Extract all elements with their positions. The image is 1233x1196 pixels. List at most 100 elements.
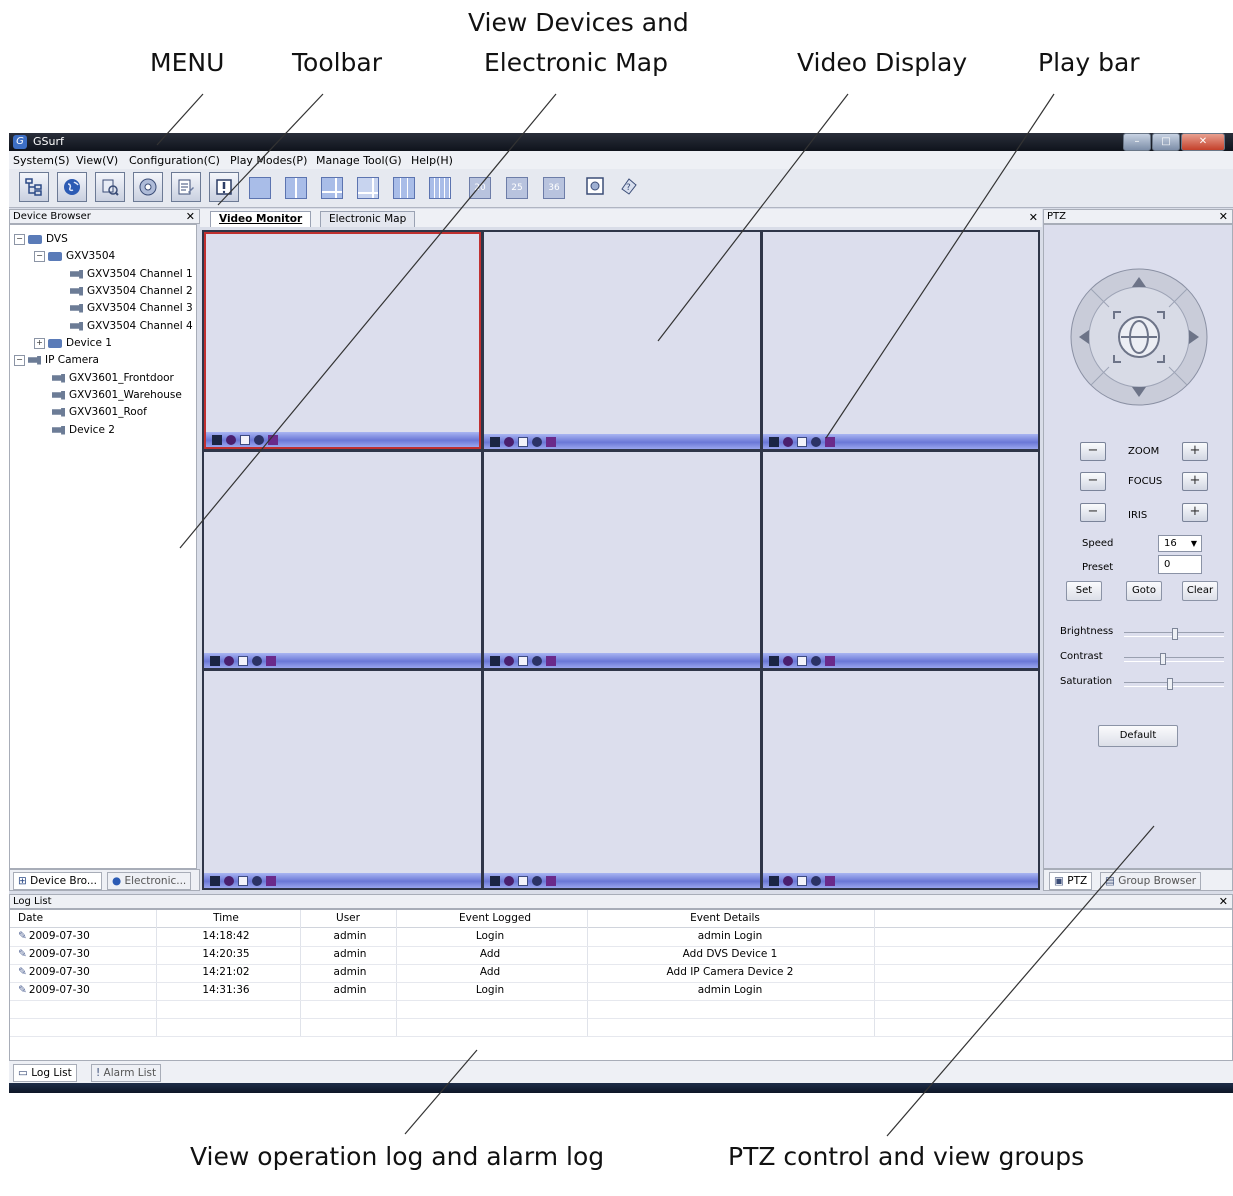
brightness-slider[interactable] [1124,628,1224,640]
device-browser-close-icon[interactable]: ✕ [186,210,195,223]
snapshot-icon[interactable] [797,656,807,666]
search-device-button[interactable] [95,172,125,202]
record-icon[interactable] [224,656,234,666]
help-tool-button[interactable]: ? [615,172,645,202]
menu-manage-tool[interactable]: Manage Tool(G) [316,154,402,167]
audio-icon[interactable] [532,437,542,447]
col-user[interactable]: User [328,912,368,924]
video-cell-5[interactable] [484,452,760,668]
record-icon[interactable] [504,437,514,447]
focus-near-button[interactable]: − [1080,472,1106,491]
tab-log-list[interactable]: ▭ Log List [13,1064,77,1082]
layout-36-icon[interactable]: 36 [543,177,565,199]
preset-set-button[interactable]: Set [1066,581,1102,601]
record-icon[interactable] [783,437,793,447]
tab-electronic-map-view[interactable]: Electronic Map [320,211,416,227]
record-icon[interactable] [224,876,234,886]
stop-icon[interactable] [490,656,500,666]
col-event-logged[interactable]: Event Logged [440,912,550,924]
tab-video-monitor[interactable]: Video Monitor [210,211,312,227]
menu-system[interactable]: System(S) [13,154,70,167]
talk-icon[interactable] [825,437,835,447]
audio-icon[interactable] [252,656,262,666]
focus-far-button[interactable]: + [1182,472,1208,491]
talk-icon[interactable] [546,437,556,447]
log-row[interactable]: ✎ 2009-07-30 14:20:35 admin Add Add DVS Devic… [10,946,1232,965]
snapshot-icon[interactable] [518,437,528,447]
snapshot-icon[interactable] [797,437,807,447]
snapshot-icon[interactable] [797,876,807,886]
snapshot-icon[interactable] [518,876,528,886]
speed-select[interactable]: 16 ▼ [1158,535,1202,552]
tree-node-frontdoor[interactable]: GXV3601_Frontdoor [52,372,174,384]
snapshot-icon[interactable] [238,656,248,666]
zoom-in-button[interactable]: + [1182,442,1208,461]
record-icon[interactable] [504,876,514,886]
layout-20-icon[interactable]: 20 [469,177,491,199]
tree-node-device-2[interactable]: Device 2 [52,424,115,436]
tab-group-browser[interactable]: ▤ Group Browser [1100,872,1202,890]
globe-button[interactable] [57,172,87,202]
talk-icon[interactable] [268,435,278,445]
menu-play-modes[interactable]: Play Modes(P) [230,154,307,167]
device-tree-button[interactable] [19,172,49,202]
saturation-slider[interactable] [1124,678,1224,690]
log-row[interactable]: ✎ 2009-07-30 14:18:42 admin Login admin Login [10,928,1232,947]
iris-close-button[interactable]: − [1080,503,1106,522]
col-date[interactable]: Date [18,912,43,924]
contrast-slider[interactable] [1124,653,1224,665]
video-cell-6[interactable] [763,452,1038,668]
menu-help[interactable]: Help(H) [411,154,453,167]
minimize-button[interactable]: – [1123,133,1151,151]
audio-icon[interactable] [811,656,821,666]
stop-icon[interactable] [769,876,779,886]
snapshot-icon[interactable] [238,876,248,886]
video-close-icon[interactable]: ✕ [1029,211,1038,224]
tab-device-browser[interactable]: ⊞ Device Bro... [13,872,102,890]
audio-icon[interactable] [532,656,542,666]
talk-icon[interactable] [825,656,835,666]
layout-25-icon[interactable]: 25 [506,177,528,199]
stop-icon[interactable] [490,437,500,447]
ptz-close-icon[interactable]: ✕ [1219,210,1228,223]
audio-icon[interactable] [252,876,262,886]
record-icon[interactable] [504,656,514,666]
snapshot-button[interactable] [581,172,611,202]
close-button[interactable]: ✕ [1181,133,1225,151]
tab-ptz[interactable]: ▣ PTZ [1049,872,1093,890]
col-time[interactable]: Time [206,912,246,924]
tab-electronic-map[interactable]: ● Electronic... [107,872,192,890]
tree-node-warehouse[interactable]: GXV3601_Warehouse [52,389,182,401]
video-cell-2[interactable] [484,232,760,449]
tree-node-channel-4[interactable]: GXV3504 Channel 4 [70,320,193,332]
talk-icon[interactable] [825,876,835,886]
preset-input[interactable]: 0 [1158,555,1202,574]
ptz-view-button[interactable] [133,172,163,202]
layout-16-icon[interactable] [429,177,451,199]
zoom-out-button[interactable]: − [1080,442,1106,461]
log-row[interactable]: ✎ 2009-07-30 14:31:36 admin Login admin Login [10,982,1232,1001]
col-event-details[interactable]: Event Details [670,912,780,924]
audio-icon[interactable] [254,435,264,445]
tree-node-channel-1[interactable]: GXV3504 Channel 1 [70,268,193,280]
talk-icon[interactable] [546,656,556,666]
talk-icon[interactable] [546,876,556,886]
preset-goto-button[interactable]: Goto [1126,581,1162,601]
maximize-button[interactable]: □ [1152,133,1180,151]
tree-node-channel-2[interactable]: GXV3504 Channel 2 [70,285,193,297]
video-cell-1[interactable] [204,232,481,449]
layout-4-icon[interactable] [285,177,307,199]
tree-node-device-1[interactable]: + Device 1 [34,337,112,349]
stop-icon[interactable] [210,656,220,666]
saturation-slider-thumb[interactable] [1167,678,1173,690]
log-row[interactable]: ✎ 2009-07-30 14:21:02 admin Add Add IP Camera… [10,964,1232,983]
iris-open-button[interactable]: + [1182,503,1208,522]
config-button[interactable] [171,172,201,202]
tab-alarm-list[interactable]: ! Alarm List [91,1064,162,1082]
tree-node-roof[interactable]: GXV3601_Roof [52,406,147,418]
record-icon[interactable] [226,435,236,445]
video-cell-7[interactable] [204,671,481,888]
contrast-slider-thumb[interactable] [1160,653,1166,665]
preset-clear-button[interactable]: Clear [1182,581,1218,601]
video-cell-9[interactable] [763,671,1038,888]
